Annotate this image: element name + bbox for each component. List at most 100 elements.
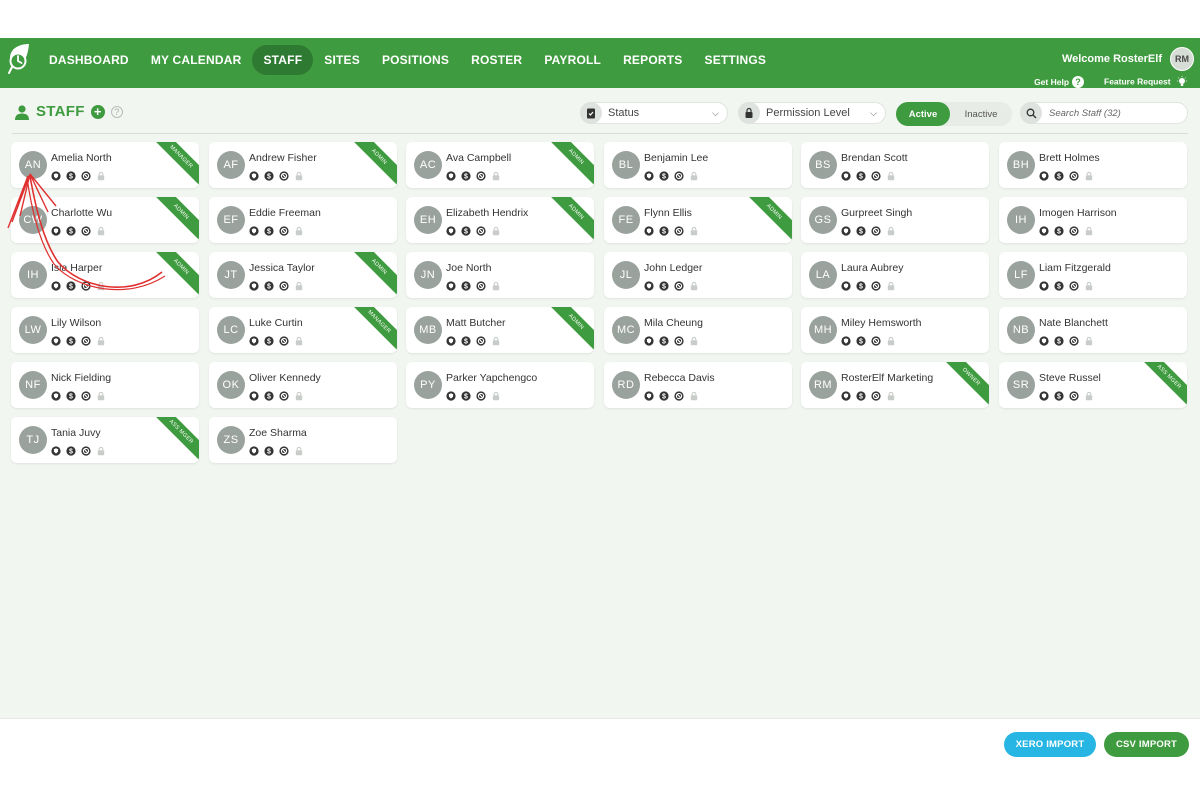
staff-card[interactable]: JT Jessica Taylor $ ADMIN bbox=[209, 252, 397, 298]
csv-import-button[interactable]: CSV IMPORT bbox=[1104, 732, 1189, 757]
staff-card[interactable]: RM RosterElf Marketing $ OWNER bbox=[801, 362, 989, 408]
add-staff-icon[interactable]: + bbox=[90, 104, 105, 119]
ban-icon bbox=[674, 223, 684, 241]
nav-settings[interactable]: SETTINGS bbox=[693, 45, 777, 75]
shield-icon bbox=[644, 278, 654, 296]
divider bbox=[12, 133, 1188, 134]
ban-icon bbox=[81, 278, 91, 296]
staff-name: Amelia North bbox=[51, 152, 112, 164]
staff-card[interactable]: MB Matt Butcher $ ADMIN bbox=[406, 307, 594, 353]
role-ribbon: ADMIN bbox=[345, 142, 397, 188]
feature-request-label: Feature Request bbox=[1104, 76, 1171, 87]
staff-card[interactable]: NF Nick Fielding $ bbox=[11, 362, 199, 408]
staff-status-icons: $ bbox=[1039, 168, 1094, 186]
shield-icon bbox=[1039, 388, 1049, 406]
staff-card[interactable]: BH Brett Holmes $ bbox=[999, 142, 1187, 188]
staff-status-icons: $ bbox=[51, 388, 106, 406]
staff-card[interactable]: RD Rebecca Davis $ bbox=[604, 362, 792, 408]
staff-card[interactable]: JN Joe North $ bbox=[406, 252, 594, 298]
staff-card[interactable]: EF Eddie Freeman $ bbox=[209, 197, 397, 243]
staff-card[interactable]: LF Liam Fitzgerald $ bbox=[999, 252, 1187, 298]
avatar: BL bbox=[612, 151, 640, 179]
permission-filter-label: Permission Level bbox=[766, 107, 850, 119]
dollar-icon: $ bbox=[1054, 223, 1064, 241]
staff-card[interactable]: IH Imogen Harrison $ bbox=[999, 197, 1187, 243]
staff-name: Brendan Scott bbox=[841, 152, 908, 164]
nav-reports[interactable]: REPORTS bbox=[612, 45, 693, 75]
staff-card[interactable]: IH Isla Harper $ ADMIN bbox=[11, 252, 199, 298]
dollar-icon: $ bbox=[461, 168, 471, 186]
staff-card[interactable]: JL John Ledger $ bbox=[604, 252, 792, 298]
rosterelf-logo[interactable] bbox=[6, 42, 32, 76]
avatar: NB bbox=[1007, 316, 1035, 344]
nav-positions[interactable]: POSITIONS bbox=[371, 45, 460, 75]
dollar-icon: $ bbox=[461, 278, 471, 296]
lock-icon bbox=[886, 223, 896, 241]
staff-card[interactable]: AC Ava Campbell $ ADMIN bbox=[406, 142, 594, 188]
staff-card[interactable]: GS Gurpreet Singh $ bbox=[801, 197, 989, 243]
staff-card[interactable]: AF Andrew Fisher $ ADMIN bbox=[209, 142, 397, 188]
staff-card[interactable]: AN Amelia North $ MANAGER bbox=[11, 142, 199, 188]
staff-card[interactable]: MC Mila Cheung $ bbox=[604, 307, 792, 353]
staff-card[interactable]: FE Flynn Ellis $ ADMIN bbox=[604, 197, 792, 243]
staff-card[interactable]: LA Laura Aubrey $ bbox=[801, 252, 989, 298]
svg-text:$: $ bbox=[267, 339, 271, 346]
search-input[interactable] bbox=[1049, 107, 1179, 119]
shield-icon bbox=[51, 443, 61, 461]
ban-icon bbox=[81, 443, 91, 461]
staff-card[interactable]: SR Steve Russel $ ASS MGER bbox=[999, 362, 1187, 408]
staff-card[interactable]: LC Luke Curtin $ MANAGER bbox=[209, 307, 397, 353]
nav-sites[interactable]: SITES bbox=[313, 45, 371, 75]
svg-text:$: $ bbox=[69, 174, 73, 181]
staff-card[interactable]: MH Miley Hemsworth $ bbox=[801, 307, 989, 353]
role-ribbon: ASS MGER bbox=[147, 417, 199, 463]
staff-card[interactable]: BL Benjamin Lee $ bbox=[604, 142, 792, 188]
help-question-icon[interactable]: ? bbox=[110, 105, 123, 118]
footer-bar: XERO IMPORT CSV IMPORT bbox=[0, 718, 1200, 766]
svg-text:$: $ bbox=[662, 229, 666, 236]
nav-staff[interactable]: STAFF bbox=[252, 45, 314, 75]
staff-card[interactable]: PY Parker Yapchengco $ bbox=[406, 362, 594, 408]
user-avatar[interactable]: RM bbox=[1170, 47, 1194, 71]
lightbulb-icon bbox=[1177, 76, 1187, 86]
nav-roster[interactable]: ROSTER bbox=[460, 45, 533, 75]
ban-icon bbox=[279, 388, 289, 406]
ban-icon bbox=[871, 168, 881, 186]
shield-icon bbox=[841, 278, 851, 296]
active-toggle[interactable]: Active bbox=[896, 102, 950, 126]
svg-text:$: $ bbox=[859, 229, 863, 236]
svg-text:$: $ bbox=[464, 174, 468, 181]
feature-request-link[interactable]: Feature Request bbox=[1104, 76, 1188, 88]
ban-icon bbox=[81, 333, 91, 351]
xero-import-button[interactable]: XERO IMPORT bbox=[1004, 732, 1096, 757]
staff-card[interactable]: CW Charlotte Wu $ ADMIN bbox=[11, 197, 199, 243]
status-filter[interactable]: Status ⌵ bbox=[580, 102, 728, 124]
nav-dashboard[interactable]: DASHBOARD bbox=[38, 45, 140, 75]
dollar-icon: $ bbox=[66, 443, 76, 461]
staff-status-icons: $ bbox=[644, 333, 699, 351]
lock-icon bbox=[1084, 278, 1094, 296]
staff-card[interactable]: NB Nate Blanchett $ bbox=[999, 307, 1187, 353]
nav-my-calendar[interactable]: MY CALENDAR bbox=[140, 45, 253, 75]
staff-card[interactable]: BS Brendan Scott $ bbox=[801, 142, 989, 188]
lock-icon bbox=[1084, 223, 1094, 241]
staff-card[interactable]: ZS Zoe Sharma $ bbox=[209, 417, 397, 463]
avatar: LC bbox=[217, 316, 245, 344]
search-icon[interactable] bbox=[1020, 102, 1042, 124]
lock-icon bbox=[491, 168, 501, 186]
nav-payroll[interactable]: PAYROLL bbox=[533, 45, 612, 75]
staff-status-icons: $ bbox=[1039, 278, 1094, 296]
get-help-link[interactable]: Get Help? bbox=[1034, 76, 1085, 88]
staff-card[interactable]: OK Oliver Kennedy $ bbox=[209, 362, 397, 408]
avatar: JL bbox=[612, 261, 640, 289]
staff-card[interactable]: LW Lily Wilson $ bbox=[11, 307, 199, 353]
permission-level-filter[interactable]: Permission Level ⌵ bbox=[738, 102, 886, 124]
avatar: JN bbox=[414, 261, 442, 289]
shield-icon bbox=[51, 333, 61, 351]
staff-card[interactable]: TJ Tania Juvy $ ASS MGER bbox=[11, 417, 199, 463]
shield-icon bbox=[446, 388, 456, 406]
inactive-toggle[interactable]: Inactive bbox=[950, 109, 1012, 120]
svg-text:$: $ bbox=[662, 174, 666, 181]
lock-icon bbox=[294, 333, 304, 351]
staff-card[interactable]: EH Elizabeth Hendrix $ ADMIN bbox=[406, 197, 594, 243]
